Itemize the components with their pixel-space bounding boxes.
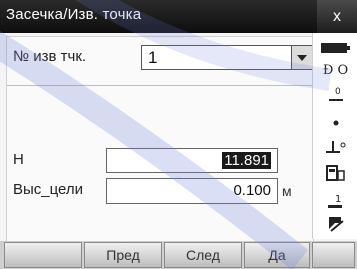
- close-button[interactable]: x: [317, 0, 357, 33]
- window-title: Засечка/Изв. точка: [6, 6, 142, 23]
- height-label: H: [13, 151, 24, 168]
- resection-window: Засечка/Изв. точка x № изв тчк. 1 H 11.8…: [0, 0, 357, 269]
- battery-icon: [313, 37, 357, 59]
- target-height-field[interactable]: 0.100: [106, 178, 278, 204]
- point-number-value: 1: [148, 48, 158, 67]
- keyboard-one-text: 1: [335, 194, 341, 205]
- height-value: 11.891: [222, 152, 271, 169]
- softkey-prev[interactable]: Пред: [84, 242, 162, 268]
- laser-point-icon[interactable]: [313, 115, 357, 137]
- target-height-unit: м: [282, 183, 292, 199]
- chevron-down-icon[interactable]: [291, 46, 312, 69]
- stylus-icon[interactable]: [313, 213, 357, 235]
- softkey-yes[interactable]: Да: [244, 242, 310, 268]
- softkey-5[interactable]: [312, 242, 355, 268]
- memory-icon[interactable]: [313, 163, 357, 185]
- target-height-value: 0.100: [233, 182, 271, 199]
- target-height-icon[interactable]: [313, 137, 357, 159]
- softkey-next[interactable]: След: [164, 242, 242, 268]
- tilt-icon[interactable]: 0: [313, 85, 357, 107]
- softkey-bar: Пред След Да: [0, 241, 357, 269]
- softkey-1[interactable]: [4, 242, 82, 268]
- form-panel: № изв тчк. 1 H 11.891 Выс_цели 0.100 м: [6, 36, 314, 244]
- divider: [7, 85, 313, 86]
- title-bar: Засечка/Изв. точка x: [0, 0, 357, 33]
- tilt-zero-text: 0: [335, 87, 341, 97]
- prism-mode-icon[interactable]: Ð O: [313, 63, 357, 85]
- height-field[interactable]: 11.891: [106, 148, 278, 173]
- target-height-label: Выс_цели: [13, 181, 84, 198]
- point-number-label: № изв тчк.: [13, 48, 87, 65]
- keyboard-mode-icon[interactable]: 1: [313, 189, 357, 211]
- point-number-combobox[interactable]: 1: [141, 45, 313, 70]
- status-icon-panel: Ð O 0 1: [312, 33, 357, 239]
